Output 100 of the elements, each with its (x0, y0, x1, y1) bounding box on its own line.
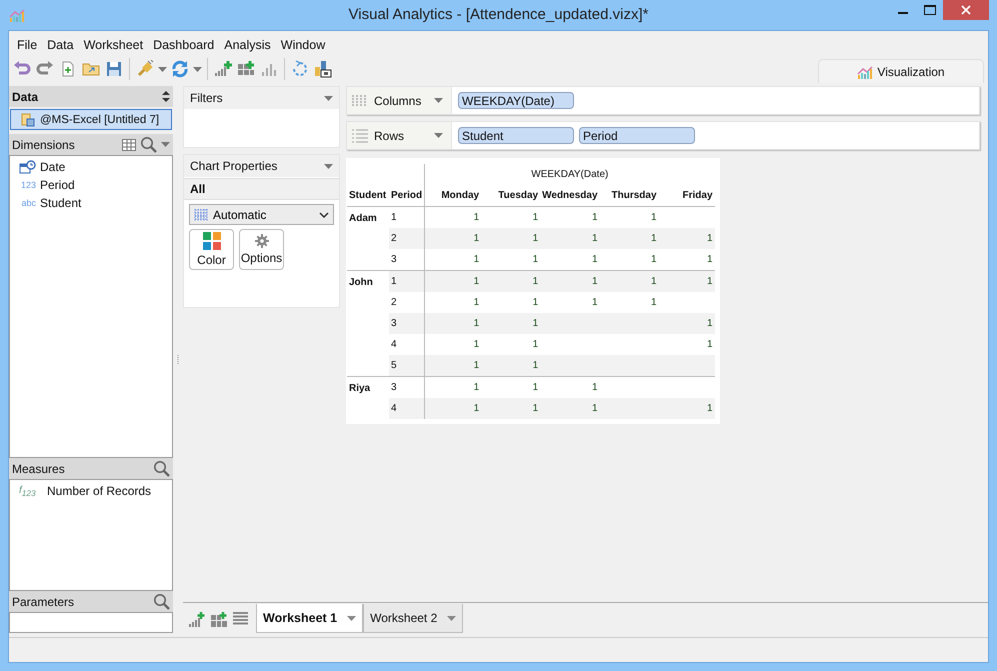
row-header: John (349, 277, 373, 288)
table-cell: 1 (706, 339, 713, 350)
row-header: 1 (391, 212, 397, 223)
row-header: 2 (391, 233, 397, 244)
sort-arrows-icon[interactable] (162, 91, 170, 102)
table-cell: 1 (474, 403, 480, 414)
minimize-icon (898, 12, 908, 14)
search-icon[interactable] (140, 136, 157, 153)
table-cell: 1 (532, 212, 538, 223)
table-cell: 1 (706, 403, 713, 414)
panel-title: Filters (190, 91, 223, 105)
row-header: 5 (391, 360, 397, 371)
add-bar-chart-icon[interactable] (213, 60, 233, 78)
add-grid-icon[interactable] (236, 60, 256, 78)
row-header: 4 (391, 339, 397, 350)
dropdown-caret-icon[interactable] (158, 66, 167, 72)
table-cell: 1 (532, 382, 538, 393)
table-cell: 1 (706, 254, 713, 265)
table-cell: 1 (532, 339, 538, 350)
window-title: Visual Analytics - [Attendence_updated.vizx]* (348, 6, 648, 23)
menu-item[interactable]: Analysis (219, 38, 276, 52)
menu-item[interactable]: Dashboard (148, 38, 220, 52)
field-pill[interactable]: Period (579, 127, 695, 144)
worksheet-tab[interactable]: Worksheet 1 (256, 604, 364, 633)
field-item[interactable]: Student (40, 196, 82, 210)
table-cell: 1 (592, 254, 598, 265)
color-button[interactable]: Color (189, 229, 234, 270)
app-logo-icon (9, 8, 25, 22)
table-cell: 1 (474, 254, 480, 265)
search-icon[interactable] (153, 593, 170, 610)
dropdown-caret-icon[interactable] (193, 66, 202, 72)
caret-icon[interactable] (161, 142, 170, 147)
caret-icon[interactable] (324, 164, 333, 168)
search-icon[interactable] (153, 460, 170, 477)
row-header: Riya (349, 383, 370, 394)
field-item[interactable]: Number of Records (47, 484, 152, 498)
worksheet-tab[interactable]: Worksheet 2 (363, 604, 464, 633)
table-cell: 1 (474, 233, 480, 244)
row-header: 3 (391, 318, 397, 329)
field-item[interactable]: Date (40, 160, 66, 174)
shelf-label: Rows (374, 128, 404, 142)
menu-item[interactable]: Window (276, 38, 330, 52)
table-cell: 1 (474, 339, 480, 350)
table-cell: 1 (532, 403, 538, 414)
table-icon[interactable] (122, 138, 136, 150)
menu-item[interactable]: File (12, 38, 42, 52)
list-icon[interactable] (233, 612, 248, 625)
layout-icon[interactable] (313, 60, 333, 78)
column-header: Friday (658, 185, 715, 206)
column-header: Tuesday (481, 185, 540, 206)
grid-icon (194, 208, 208, 220)
menu-item[interactable]: Data (42, 38, 79, 52)
table-cell: 1 (532, 233, 538, 244)
chart-logo-icon (857, 64, 874, 78)
save-icon[interactable] (104, 60, 124, 78)
table-cell: 1 (592, 297, 598, 308)
options-button[interactable]: Options (239, 229, 284, 270)
table-cell: 1 (650, 276, 657, 287)
columns-icon (351, 94, 369, 108)
caret-icon[interactable] (324, 96, 333, 100)
plug-icon[interactable] (135, 60, 155, 78)
caret-icon (447, 616, 456, 620)
table-cell: 1 (650, 297, 657, 308)
caret-icon[interactable] (434, 98, 443, 103)
data-source-item[interactable]: @MS-Excel [Untitled 7] (10, 109, 172, 130)
refresh-icon[interactable] (170, 60, 190, 78)
visualization-tab[interactable]: Visualization (818, 59, 984, 83)
add-grid-icon[interactable] (211, 610, 227, 626)
row-header: 4 (391, 403, 397, 414)
gear-icon (254, 234, 268, 248)
table-cell: 1 (532, 254, 538, 265)
table-cell: 1 (532, 276, 538, 287)
row-header: 3 (391, 254, 397, 265)
menu-item[interactable]: Worksheet (78, 38, 148, 52)
panel-title: Parameters (12, 594, 74, 608)
field-pill[interactable]: WEEKDAY(Date) (458, 92, 574, 109)
table-cell: 1 (592, 212, 598, 223)
close-button[interactable] (943, 0, 989, 20)
close-icon (961, 5, 971, 15)
spreadsheet-icon (21, 112, 35, 126)
column-header: WEEKDAY(Date) (424, 164, 715, 185)
type-label: abc (20, 198, 36, 208)
field-pill[interactable]: Student (458, 127, 574, 144)
table-cell: 1 (474, 297, 480, 308)
column-header: Monday (424, 185, 482, 206)
column-header: Student (347, 185, 389, 206)
mark-type-dropdown[interactable]: Automatic (189, 204, 334, 225)
table-cell: 1 (706, 318, 713, 329)
table-cell: 1 (532, 318, 538, 329)
panel-title: Measures (12, 462, 65, 476)
add-bar-chart-icon[interactable] (189, 610, 205, 626)
field-item[interactable]: Period (40, 178, 75, 192)
table-cell: 1 (592, 382, 598, 393)
table-cell: 1 (532, 297, 538, 308)
column-header: Period (389, 185, 425, 206)
splitter-handle-icon[interactable] (177, 354, 179, 364)
rows-icon (351, 128, 369, 142)
caret-icon[interactable] (434, 133, 443, 138)
panel-title: Chart Properties (190, 159, 278, 173)
chevron-down-icon (319, 212, 329, 218)
